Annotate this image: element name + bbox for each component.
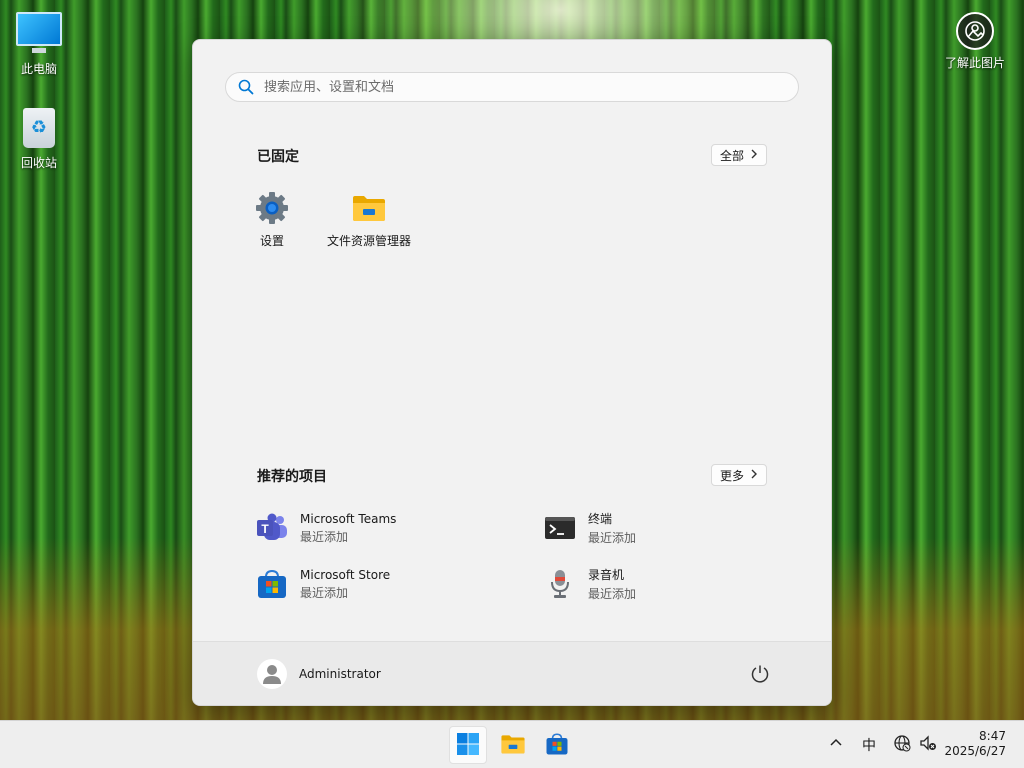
pinned-app-label: 设置	[259, 234, 284, 248]
recommended-item-store[interactable]: Microsoft Store 最近添加	[256, 566, 390, 602]
microphone-icon	[544, 568, 576, 600]
power-icon	[749, 665, 771, 688]
store-icon	[545, 732, 569, 759]
start-search-box[interactable]	[225, 72, 799, 102]
recommended-item-voice-recorder[interactable]: 录音机 最近添加	[544, 566, 636, 602]
recommended-item-sub: 最近添加	[588, 587, 637, 601]
search-input[interactable]	[262, 78, 786, 96]
folder-icon	[500, 732, 526, 759]
recommended-item-sub: 最近添加	[588, 531, 637, 545]
pinned-title: 已固定	[257, 149, 299, 165]
recommended-item-name: Microsoft Store	[300, 567, 391, 582]
start-button[interactable]	[449, 726, 487, 764]
recommended-title: 推荐的项目	[257, 469, 327, 485]
user-name: Administrator	[299, 667, 381, 681]
learn-about-picture[interactable]: 了解此图片	[940, 12, 1010, 71]
search-icon	[238, 79, 254, 95]
recommended-item-name: 终端	[588, 512, 613, 526]
store-icon	[256, 568, 288, 600]
desktop-icon-label: 回收站	[20, 156, 57, 170]
terminal-icon	[544, 512, 576, 544]
network-button[interactable]	[893, 721, 911, 768]
recommended-item-sub: 最近添加	[300, 585, 349, 600]
chevron-right-icon	[750, 148, 758, 162]
all-apps-label: 全部	[719, 148, 744, 163]
start-menu-footer: Administrator	[193, 641, 831, 705]
taskbar-clock[interactable]: 8:47 2025/6/27	[944, 729, 1006, 759]
clock-time: 8:47	[979, 729, 1006, 743]
pinned-app-settings[interactable]: 设置	[224, 190, 320, 249]
volume-button[interactable]	[919, 721, 937, 768]
tray-overflow-button[interactable]	[828, 721, 844, 768]
speaker-muted-icon	[919, 734, 937, 755]
power-button[interactable]	[749, 663, 771, 685]
windows-logo-icon	[456, 732, 480, 759]
recommended-item-teams[interactable]: T Microsoft Teams 最近添加	[256, 510, 396, 546]
user-account-button[interactable]: Administrator	[257, 659, 381, 689]
recycle-bin-icon: ♻	[23, 108, 55, 148]
taskbar-file-explorer[interactable]	[494, 726, 532, 764]
desktop-icon-this-pc[interactable]: 此电脑	[4, 12, 74, 77]
more-button[interactable]: 更多	[710, 464, 767, 486]
camera-info-icon	[956, 12, 994, 50]
desktop-icon-recycle-bin[interactable]: ♻ 回收站	[4, 108, 74, 171]
globe-icon	[893, 734, 911, 755]
desktop-icon-label: 此电脑	[20, 62, 57, 76]
pinned-app-file-explorer[interactable]: 文件资源管理器	[309, 190, 429, 249]
chevron-right-icon	[750, 468, 758, 482]
start-menu: 已固定 全部 设置	[192, 39, 832, 706]
gear-icon	[254, 190, 290, 226]
folder-icon	[351, 190, 387, 226]
recommended-item-sub: 最近添加	[300, 529, 349, 544]
recommended-item-name: Microsoft Teams	[300, 511, 397, 526]
computer-icon	[16, 12, 62, 53]
learn-about-picture-label: 了解此图片	[944, 56, 1005, 70]
more-label: 更多	[719, 468, 744, 483]
pinned-app-label: 文件资源管理器	[326, 234, 411, 248]
user-avatar-icon	[257, 659, 287, 689]
taskbar: 中 8:47 2025/6/27	[0, 720, 1024, 768]
ime-indicator[interactable]: 中	[862, 721, 876, 768]
chevron-up-icon	[828, 735, 844, 754]
teams-icon: T	[256, 512, 288, 544]
all-apps-button[interactable]: 全部	[710, 144, 767, 166]
recommended-item-name: 录音机	[588, 568, 625, 582]
recommended-item-terminal[interactable]: 终端 最近添加	[544, 510, 636, 546]
taskbar-store[interactable]	[538, 726, 576, 764]
svg-text:T: T	[261, 522, 269, 536]
clock-date: 2025/6/27	[944, 744, 1006, 758]
